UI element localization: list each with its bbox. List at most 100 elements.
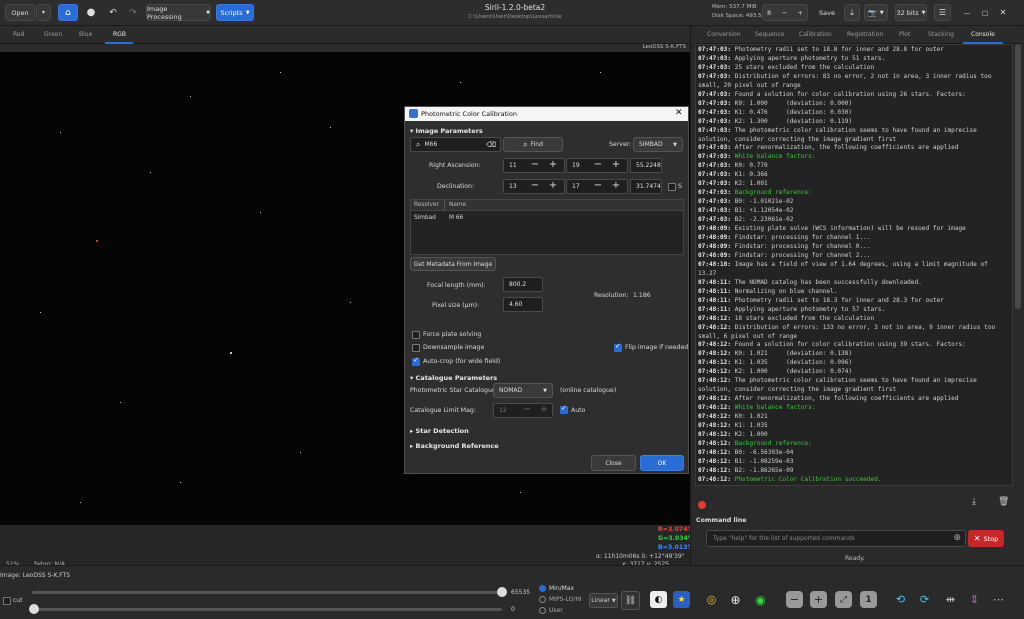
tab-registration[interactable]: Registration	[847, 31, 883, 38]
zoom-one-button[interactable]: 1	[860, 591, 877, 608]
close-window-button[interactable]: ✕	[996, 4, 1010, 21]
save-as-button[interactable]: ⤓	[844, 4, 860, 21]
minimize-button[interactable]: —	[960, 4, 974, 21]
tab-green[interactable]: Green	[44, 31, 62, 38]
help-icon[interactable]: ⊕	[953, 533, 961, 543]
tab-console[interactable]: Console	[971, 31, 995, 38]
downsample-checkbox[interactable]	[412, 344, 420, 352]
open-button[interactable]: Open	[5, 4, 35, 21]
scripts-menu[interactable]: Scripts ▼	[216, 4, 254, 21]
mirror-y-button[interactable]: ⇕	[966, 591, 983, 608]
catalogue-parameters-header[interactable]: ▾ Catalogue Parameters	[410, 374, 497, 382]
threads-spinner[interactable]: 8− +	[762, 4, 808, 21]
dec-minutes-minus[interactable]: −	[592, 179, 604, 193]
tab-calibration[interactable]: Calibration	[799, 31, 832, 38]
bit-depth-label: 32 bits	[896, 8, 919, 17]
phot-cat-dropdown[interactable]: NOMAD ▼	[493, 383, 553, 398]
tab-red[interactable]: Red	[13, 31, 24, 38]
dec-degrees-minus[interactable]: −	[529, 179, 541, 193]
zoom-fit-button[interactable]: ⤢	[835, 591, 852, 608]
close-button[interactable]: Close	[591, 455, 636, 471]
tab-stacking[interactable]: Stacking	[928, 31, 954, 38]
image-parameters-header[interactable]: ▾ Image Parameters	[410, 127, 483, 135]
tab-conversion[interactable]: Conversion	[707, 31, 741, 38]
background-reference-header[interactable]: ▸ Background Reference	[410, 442, 499, 450]
tab-sequence[interactable]: Sequence	[755, 31, 785, 38]
object-search-input[interactable]: ⌕ M66 ⌫	[410, 137, 501, 152]
livestack-button[interactable]: ●	[82, 4, 100, 21]
tab-blue[interactable]: Blue	[79, 31, 92, 38]
limit-mag-minus[interactable]: −	[521, 403, 533, 417]
save-log-icon[interactable]: ⤓	[972, 497, 976, 507]
download-icon: ⤓	[850, 7, 854, 17]
maximize-button[interactable]: □	[978, 4, 992, 21]
auto-mag-checkbox[interactable]	[560, 404, 568, 414]
tab-plot[interactable]: Plot	[899, 31, 910, 38]
pixel-size-field[interactable]: 4.60	[503, 297, 543, 312]
crosshair-button[interactable]: ◉	[752, 591, 769, 608]
resolver-table[interactable]: Resolver Name Simbad M 66	[410, 199, 684, 255]
user-radio[interactable]	[539, 607, 546, 614]
console-log[interactable]: 07:47:03: Photometry radii set to 18.8 f…	[695, 44, 1013, 486]
dec-seconds-field[interactable]: 31.7474	[630, 179, 662, 194]
server-dropdown[interactable]: SIMBAD ▼	[633, 137, 683, 152]
negative-view-button[interactable]: ◐	[650, 591, 667, 608]
dec-minutes-plus[interactable]: +	[610, 179, 622, 193]
resolver-cell[interactable]: Simbad	[414, 215, 436, 221]
image-processing-menu[interactable]: Image Processing ▼	[146, 4, 211, 21]
resolver-column[interactable]: Resolver	[414, 202, 439, 208]
console-timestamp: 07:47:03:	[698, 162, 732, 170]
dec-degrees-plus[interactable]: +	[547, 179, 559, 193]
rotate-right-button[interactable]: ⟳	[916, 591, 933, 608]
minmax-radio[interactable]	[539, 585, 546, 592]
ra-hours-minus[interactable]: −	[529, 158, 541, 172]
mips-radio[interactable]	[539, 596, 546, 603]
name-cell[interactable]: M 66	[449, 215, 463, 221]
console-scrollbar[interactable]	[1015, 44, 1021, 309]
command-input[interactable]: Type "help" for the list of supported co…	[706, 530, 966, 547]
hi-slider[interactable]	[32, 591, 502, 594]
redo-button[interactable]: ↷	[124, 4, 142, 21]
tab-rgb[interactable]: RGB	[113, 31, 126, 38]
false-color-button[interactable]: ★	[673, 591, 690, 608]
clear-log-icon[interactable]: 🗑	[998, 497, 1009, 507]
bit-depth-menu[interactable]: 32 bits ▼	[895, 4, 927, 21]
clear-icon[interactable]: ⌫	[486, 141, 496, 149]
dialog-close-icon[interactable]: ✕	[675, 108, 683, 118]
find-button[interactable]: ⌕ Find	[503, 137, 563, 152]
lo-slider[interactable]	[32, 608, 502, 611]
limit-mag-plus[interactable]: +	[538, 403, 550, 417]
cut-checkbox[interactable]	[3, 597, 11, 605]
force-plate-checkbox[interactable]	[412, 331, 420, 339]
main-menu-button[interactable]: ☰	[934, 4, 951, 21]
flip-image-checkbox[interactable]	[614, 342, 622, 352]
get-metadata-button[interactable]: Get Metadata From Image	[410, 257, 496, 271]
open-recent-dropdown[interactable]: ▾	[36, 4, 51, 21]
save-button[interactable]: Save	[814, 4, 840, 21]
zoom-in-button[interactable]: +	[810, 591, 827, 608]
stop-button[interactable]: ✕ Stop	[968, 530, 1004, 547]
stretch-dropdown[interactable]: Linear ▼	[589, 593, 618, 608]
ra-seconds-field[interactable]: 55.2248	[630, 158, 662, 173]
ra-minutes-plus[interactable]: +	[610, 158, 622, 172]
rotate-left-button[interactable]: ⟲	[892, 591, 909, 608]
zoom-out-button[interactable]: −	[786, 591, 803, 608]
photometry-button[interactable]: ◎	[703, 591, 720, 608]
more-tools-button[interactable]: ⋯	[990, 591, 1007, 608]
focal-length-field[interactable]: 800.2	[503, 277, 543, 292]
ra-minutes-minus[interactable]: −	[592, 158, 604, 172]
home-button[interactable]: ⌂	[58, 4, 78, 21]
ra-hours-plus[interactable]: +	[547, 158, 559, 172]
lo-slider-handle[interactable]	[29, 604, 39, 614]
hi-slider-handle[interactable]	[497, 587, 507, 597]
ok-button[interactable]: OK	[640, 455, 684, 471]
annotate-button[interactable]: ⊕	[727, 591, 744, 608]
mirror-x-button[interactable]: ⇹	[942, 591, 959, 608]
link-button[interactable]: ⛓	[621, 591, 640, 610]
undo-button[interactable]: ↶	[104, 4, 122, 21]
autocrop-checkbox[interactable]	[412, 356, 420, 366]
name-column[interactable]: Name	[449, 202, 466, 208]
south-checkbox[interactable]	[668, 183, 676, 191]
star-detection-header[interactable]: ▸ Star Detection	[410, 427, 469, 435]
snapshot-button[interactable]: 📷 ▼	[864, 4, 888, 21]
